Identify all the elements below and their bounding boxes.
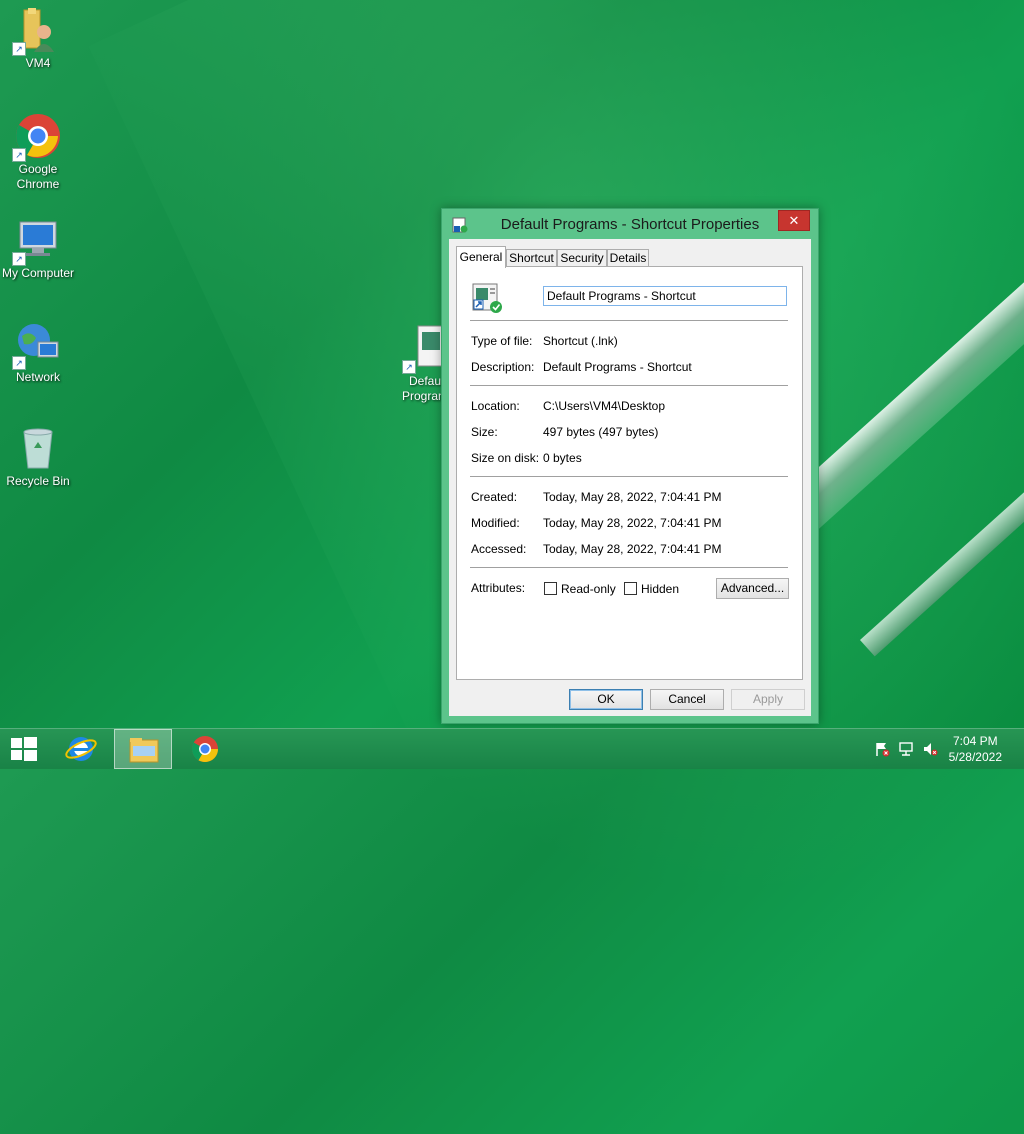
desktop-icon-label: My Computer — [1, 266, 75, 280]
size-on-disk-label: Size on disk: — [471, 451, 540, 465]
network-globe-icon: ↗ — [12, 320, 62, 370]
attributes-label: Attributes: — [471, 581, 526, 595]
recycle-bin-icon — [14, 424, 62, 472]
shortcut-arrow-icon: ↗ — [12, 356, 26, 370]
volume-muted-icon[interactable] — [922, 741, 938, 757]
readonly-checkbox-label[interactable]: Read-only — [561, 582, 616, 596]
internet-explorer-icon — [65, 737, 97, 761]
tab-shortcut[interactable]: Shortcut — [506, 249, 557, 267]
clock-time: 7:04 PM — [952, 734, 998, 748]
dialog-title: Default Programs - Shortcut Properties — [500, 216, 760, 233]
dialog-client-area: General Shortcut Security Details Defaul… — [449, 239, 811, 716]
modified-value: Today, May 28, 2022, 7:04:41 PM — [543, 516, 722, 530]
computer-icon: ↗ — [12, 216, 62, 266]
taskbar-file-explorer[interactable] — [114, 729, 172, 769]
desktop-icon-vm4[interactable]: ↗ VM4 — [0, 6, 76, 71]
shortcut-file-icon — [471, 282, 503, 314]
taskbar: 7:04 PM 5/28/2022 — [0, 728, 1024, 769]
taskbar-clock[interactable]: 7:04 PM 5/28/2022 — [949, 733, 1002, 765]
desktop-icon-label: Network — [15, 370, 60, 384]
taskbar-internet-explorer[interactable] — [52, 729, 110, 769]
ok-button[interactable]: OK — [569, 689, 643, 710]
chrome-icon — [191, 736, 219, 763]
desktop-icon-label: Recycle Bin — [6, 474, 70, 488]
shortcut-arrow-icon: ↗ — [12, 252, 26, 266]
tab-security[interactable]: Security — [557, 249, 607, 267]
desktop-icon-label: Google Chrome — [16, 162, 60, 191]
type-of-file-label: Type of file: — [471, 334, 533, 348]
properties-dialog: Default Programs - Shortcut Properties ✕… — [441, 208, 819, 724]
general-tab-panel: Type of file: Shortcut (.lnk) Descriptio… — [456, 266, 803, 680]
shortcut-arrow-icon: ↗ — [12, 42, 26, 56]
separator — [470, 476, 788, 477]
readonly-checkbox[interactable] — [544, 582, 557, 595]
advanced-button[interactable]: Advanced... — [716, 578, 789, 599]
close-button[interactable]: ✕ — [778, 210, 810, 231]
windows-logo-icon — [11, 737, 37, 761]
tab-general[interactable]: General — [456, 246, 506, 268]
separator — [470, 567, 788, 568]
start-button[interactable] — [0, 729, 48, 769]
clock-date: 5/28/2022 — [948, 750, 1002, 764]
user-folder-icon: ↗ — [12, 6, 62, 56]
desktop-icon-network[interactable]: ↗ Network — [0, 320, 76, 385]
size-value: 497 bytes (497 bytes) — [543, 425, 659, 439]
created-label: Created: — [471, 490, 518, 504]
hidden-checkbox[interactable] — [624, 582, 637, 595]
action-center-flag-icon[interactable] — [874, 741, 890, 757]
cancel-button[interactable]: Cancel — [650, 689, 724, 710]
separator — [470, 320, 788, 321]
file-name-input[interactable] — [543, 286, 787, 306]
dialog-titlebar[interactable]: Default Programs - Shortcut Properties ✕ — [442, 209, 818, 239]
separator — [470, 385, 788, 386]
desktop-icon-recycle-bin[interactable]: Recycle Bin — [0, 424, 76, 489]
location-label: Location: — [471, 399, 520, 413]
created-value: Today, May 28, 2022, 7:04:41 PM — [543, 490, 722, 504]
network-tray-icon[interactable] — [898, 741, 914, 757]
type-of-file-value: Shortcut (.lnk) — [543, 334, 618, 348]
tab-details[interactable]: Details — [607, 249, 649, 267]
description-value: Default Programs - Shortcut — [543, 360, 692, 374]
accessed-label: Accessed: — [471, 542, 527, 556]
desktop-icon-label: VM4 — [25, 56, 51, 70]
shortcut-arrow-icon: ↗ — [402, 360, 416, 374]
hidden-checkbox-label[interactable]: Hidden — [641, 582, 679, 596]
chrome-icon: ↗ — [12, 112, 62, 162]
shortcut-arrow-icon: ↗ — [12, 148, 26, 162]
size-label: Size: — [471, 425, 498, 439]
apply-button[interactable]: Apply — [731, 689, 805, 710]
size-on-disk-value: 0 bytes — [543, 451, 582, 465]
wallpaper-metal-band-2 — [860, 372, 1024, 657]
desktop-icon-my-computer[interactable]: ↗ My Computer — [0, 216, 76, 281]
accessed-value: Today, May 28, 2022, 7:04:41 PM — [543, 542, 722, 556]
taskbar-chrome[interactable] — [176, 729, 234, 769]
desktop-icon-google-chrome[interactable]: ↗ Google Chrome — [0, 112, 76, 192]
location-value: C:\Users\VM4\Desktop — [543, 399, 666, 413]
description-label: Description: — [471, 360, 535, 374]
modified-label: Modified: — [471, 516, 520, 530]
file-explorer-folder-icon — [129, 738, 159, 763]
